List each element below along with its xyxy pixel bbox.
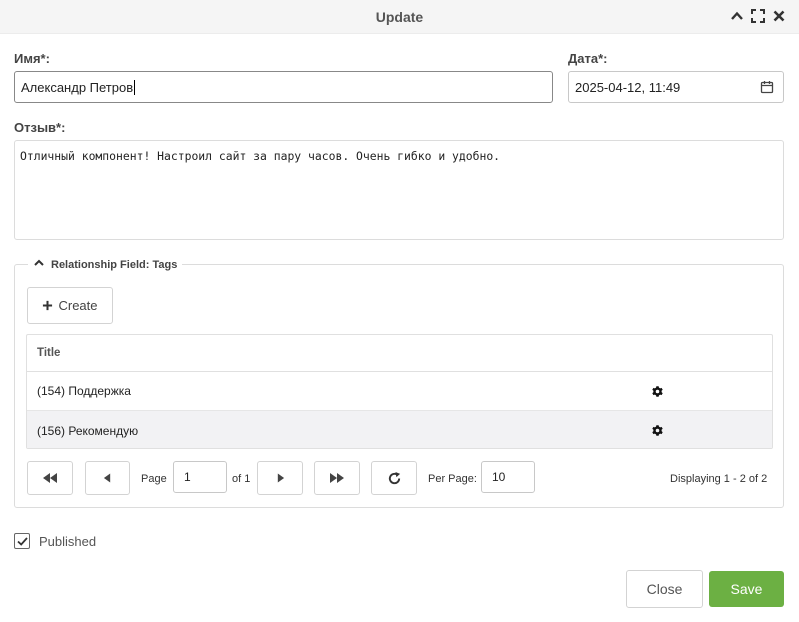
gear-icon[interactable]	[651, 424, 664, 437]
name-input[interactable]: Александр Петров	[14, 71, 553, 103]
relationship-legend[interactable]: Relationship Field: Tags	[28, 257, 183, 272]
name-label: Имя*:	[14, 51, 50, 66]
page-number-input[interactable]: 1	[173, 461, 227, 493]
date-input[interactable]: 2025-04-12, 11:49	[568, 71, 784, 103]
tags-grid: Title (154) Поддержка (156) Рекомендую	[26, 334, 773, 449]
review-label: Отзыв*:	[14, 120, 66, 135]
table-row[interactable]: (154) Поддержка	[27, 372, 772, 411]
displaying-status: Displaying 1 - 2 of 2	[670, 473, 768, 485]
date-label: Дата*:	[568, 51, 608, 66]
first-page-button[interactable]	[27, 461, 73, 495]
published-label[interactable]: Published	[39, 534, 96, 549]
grid-header-title[interactable]: Title	[27, 335, 772, 372]
date-value: 2025-04-12, 11:49	[575, 79, 681, 95]
checkmark-icon	[15, 535, 29, 548]
last-page-button[interactable]	[314, 461, 360, 495]
double-right-arrow-icon	[329, 472, 345, 484]
next-page-button[interactable]	[257, 461, 303, 495]
page-count-label: of 1	[232, 473, 251, 485]
left-arrow-icon	[103, 472, 112, 484]
plus-icon	[42, 300, 53, 311]
per-page-input[interactable]: 10	[481, 461, 535, 493]
refresh-button[interactable]	[371, 461, 417, 495]
table-row[interactable]: (156) Рекомендую	[27, 411, 772, 448]
row-title: (156) Рекомендую	[37, 423, 139, 438]
published-checkbox[interactable]	[14, 533, 30, 549]
relationship-legend-label: Relationship Field: Tags	[51, 258, 178, 271]
name-value: Александр Петров	[21, 79, 134, 95]
text-caret	[134, 79, 136, 95]
refresh-icon	[387, 471, 402, 486]
collapse-icon[interactable]	[729, 8, 745, 24]
per-page-label: Per Page:	[428, 473, 477, 485]
window-title: Update	[375, 9, 424, 25]
create-button-label: Create	[58, 298, 98, 313]
right-arrow-icon	[276, 472, 285, 484]
previous-page-button[interactable]	[85, 461, 130, 495]
double-left-arrow-icon	[42, 472, 58, 484]
title-bar: Update	[0, 0, 799, 34]
review-textarea[interactable]: Отличный компонент! Настроил сайт за пар…	[14, 140, 784, 240]
close-icon[interactable]	[771, 8, 787, 24]
save-button[interactable]: Save	[709, 571, 784, 607]
page-label: Page	[141, 473, 167, 485]
calendar-icon[interactable]	[760, 80, 774, 94]
maximize-icon[interactable]	[750, 8, 766, 24]
row-title: (154) Поддержка	[37, 384, 131, 398]
create-button[interactable]: Create	[27, 287, 113, 324]
close-button[interactable]: Close	[626, 570, 703, 608]
chevron-up-icon[interactable]	[33, 257, 45, 272]
gear-icon[interactable]	[651, 385, 664, 398]
